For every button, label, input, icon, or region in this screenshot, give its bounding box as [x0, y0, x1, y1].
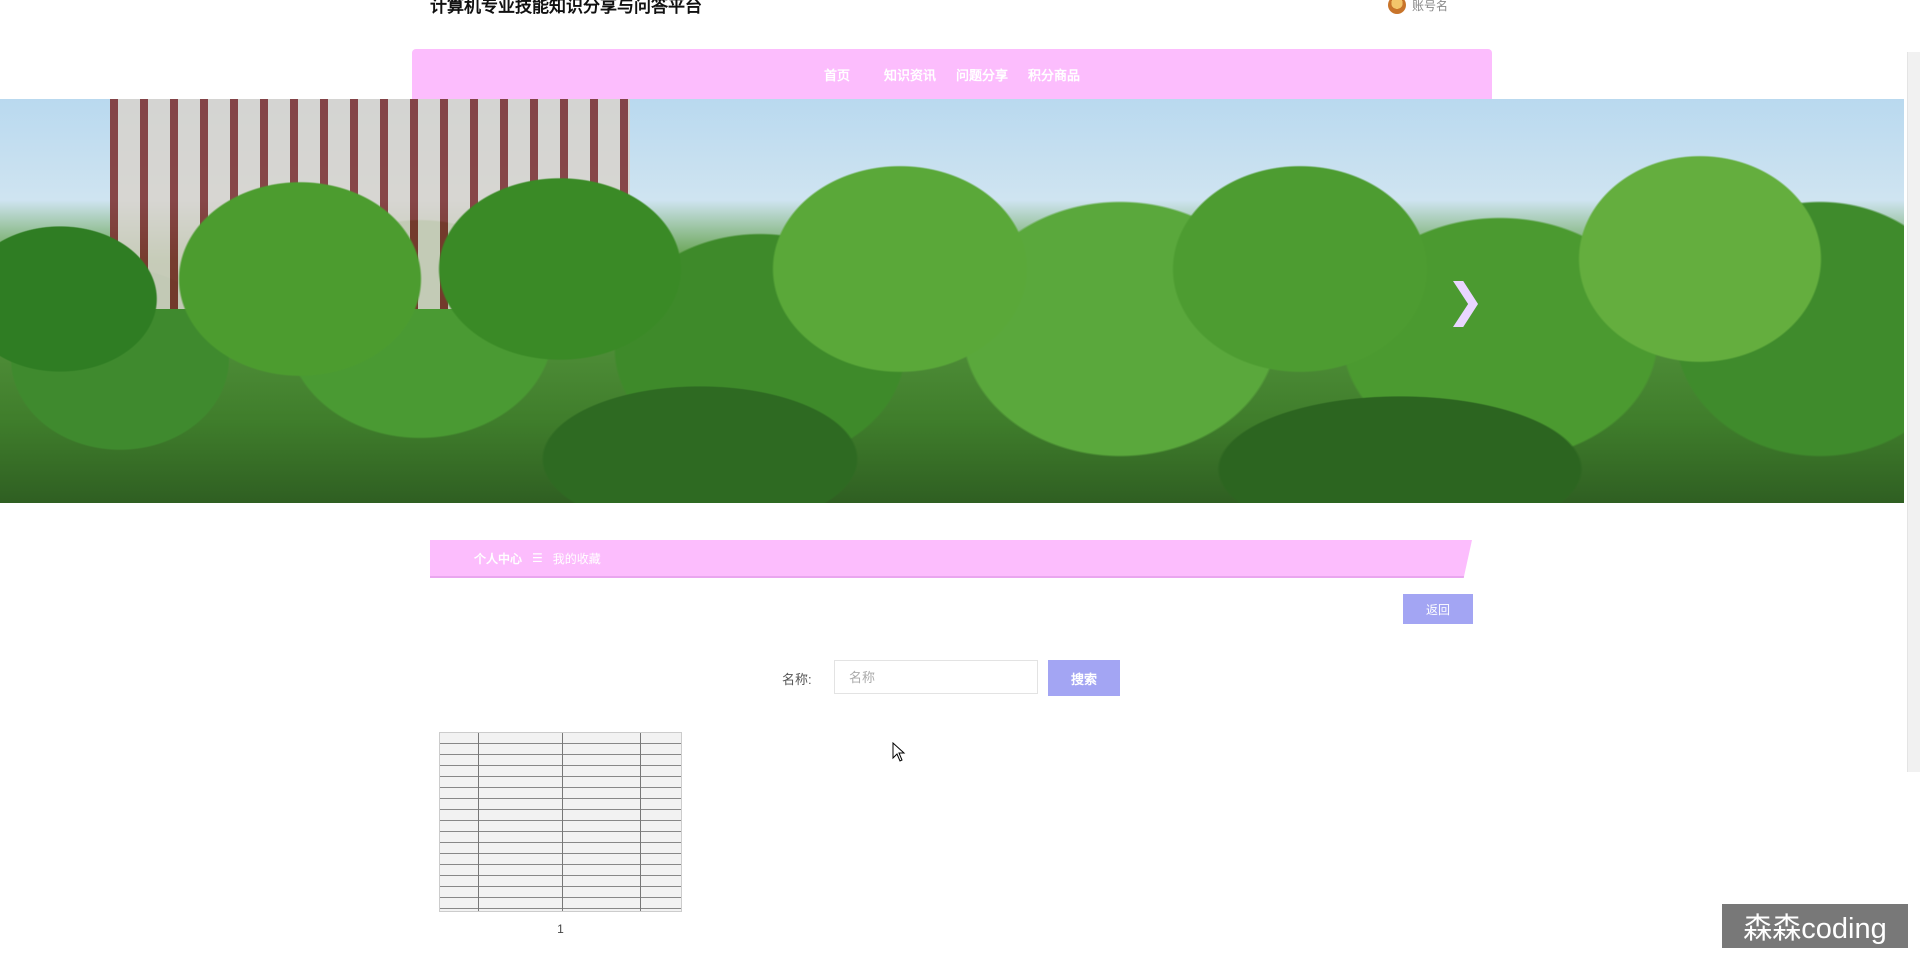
search-input[interactable]	[834, 660, 1038, 694]
menu-icon: ☰	[532, 551, 543, 565]
account-label: 账号名	[1412, 0, 1449, 13]
account-menu[interactable]: 账号名	[1388, 0, 1448, 14]
chevron-right-icon[interactable]: ❯	[1446, 277, 1485, 323]
nav-item-home[interactable]: 首页	[816, 65, 858, 84]
banner-trees	[0, 99, 1904, 503]
favorite-card[interactable]: 1	[439, 732, 682, 936]
nav-item-questions[interactable]: 问题分享	[948, 65, 1016, 84]
breadcrumb-current: 我的收藏	[552, 551, 601, 566]
search-button[interactable]: 搜索	[1048, 660, 1120, 696]
nav-item-news[interactable]: 知识资讯	[876, 65, 944, 84]
favorite-thumbnail[interactable]	[439, 732, 682, 912]
page-scrollbar[interactable]	[1907, 52, 1920, 772]
main-nav: 首页 知识资讯 问题分享 积分商品	[412, 49, 1492, 99]
watermark: 森森coding	[1722, 904, 1908, 948]
banner-carousel: ❯	[0, 99, 1904, 503]
search-label: 名称:	[782, 672, 812, 687]
nav-item-points-shop[interactable]: 积分商品	[1020, 65, 1088, 84]
avatar	[1388, 0, 1406, 14]
mouse-cursor-icon	[892, 742, 906, 762]
back-button[interactable]: 返回	[1403, 594, 1473, 624]
site-title: 计算机专业技能知识分享与问答平台	[430, 0, 702, 16]
breadcrumb-personal-center[interactable]: 个人中心	[474, 550, 522, 567]
favorite-caption: 1	[557, 922, 564, 936]
breadcrumb: 个人中心 ☰ 我的收藏	[430, 540, 1472, 578]
